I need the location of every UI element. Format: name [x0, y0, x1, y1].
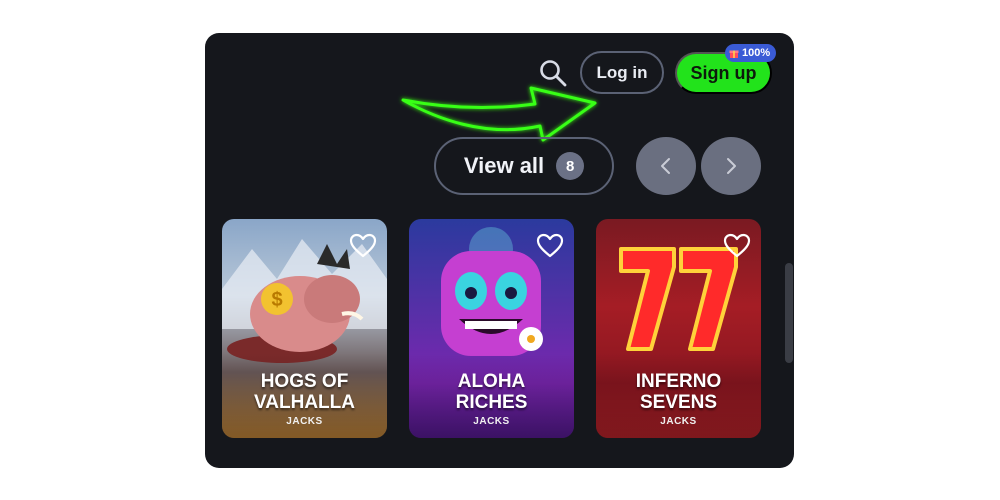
game-title: HOGS OF VALHALLA — [222, 371, 387, 413]
app-screen: Log in Sign up 100% View all 8 $ HOGS OF… — [205, 33, 794, 468]
game-title: ALOHA RICHES — [409, 371, 574, 413]
scrollbar[interactable] — [785, 263, 793, 363]
game-title-line1: ALOHA — [457, 371, 526, 392]
game-provider: JACKS — [660, 416, 697, 427]
view-all-label: View all — [463, 153, 545, 178]
game-card[interactable]: INFERNO SEVENS JACKS — [596, 219, 761, 438]
favorite-heart-icon[interactable] — [349, 233, 377, 259]
game-title-line2: RICHES — [455, 392, 528, 413]
chevron-right-icon — [727, 158, 736, 174]
game-title-line2: SEVENS — [639, 392, 718, 413]
game-title: INFERNO SEVENS — [596, 371, 761, 413]
view-all-button[interactable]: View all 8 — [434, 137, 614, 195]
carousel-next-button[interactable] — [701, 137, 761, 195]
favorite-heart-icon[interactable] — [723, 233, 751, 259]
bonus-badge-text: 100% — [742, 47, 771, 59]
game-title-line2: VALHALLA — [254, 392, 355, 413]
chevron-left-icon — [661, 158, 670, 174]
game-provider: JACKS — [286, 416, 323, 427]
game-card[interactable]: $ HOGS OF VALHALLA JACKS — [222, 219, 387, 438]
game-title-line1: HOGS OF — [260, 371, 349, 392]
gift-icon — [729, 50, 739, 58]
favorite-heart-icon[interactable] — [536, 233, 564, 259]
svg-text:$: $ — [271, 289, 282, 311]
search-icon — [540, 60, 567, 87]
search-button[interactable] — [538, 58, 568, 88]
game-provider: JACKS — [473, 416, 510, 427]
carousel-prev-button[interactable] — [636, 137, 696, 195]
bonus-badge: 100% — [725, 44, 777, 62]
view-all-count: 8 — [556, 152, 585, 180]
login-button[interactable]: Log in — [580, 51, 664, 94]
game-card[interactable]: ALOHA RICHES JACKS — [409, 219, 574, 438]
game-title-line1: INFERNO — [635, 371, 722, 392]
